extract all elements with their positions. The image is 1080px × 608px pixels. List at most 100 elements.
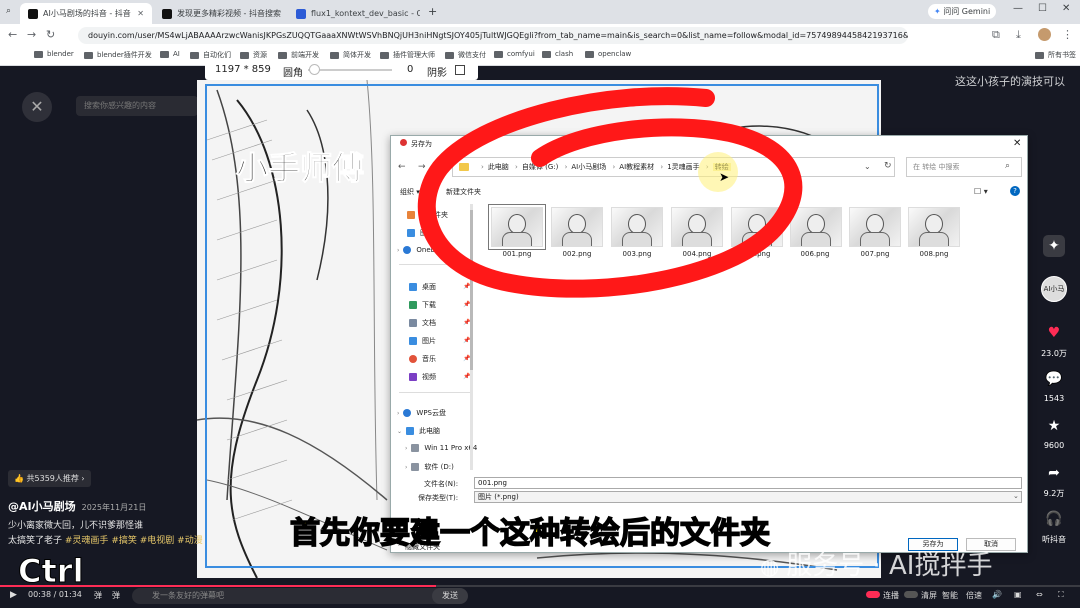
file-name[interactable]: 008.png xyxy=(905,250,963,258)
red-annotation-circle xyxy=(417,87,803,298)
file-thumbnail[interactable] xyxy=(908,207,960,247)
maximize-window-icon[interactable]: ☐ xyxy=(1038,3,1047,14)
star-action[interactable]: ✦ xyxy=(1034,235,1074,261)
sidebar-item-music[interactable]: 音乐 xyxy=(409,354,436,364)
sidebar-item-pictures[interactable]: 图片 xyxy=(409,336,436,346)
share-action[interactable]: ➦ 9.2万 xyxy=(1034,462,1074,499)
sidebar-item-wps-cloud[interactable]: › WPS云盘 xyxy=(397,408,446,418)
sidebar-item-drive-d[interactable]: › 软件 (D:) xyxy=(405,462,454,472)
bookmark-item[interactable]: blender插件开发 xyxy=(84,50,152,60)
pip-icon[interactable]: ▣ xyxy=(1014,590,1022,599)
drive-icon xyxy=(411,444,420,452)
file-thumbnail[interactable] xyxy=(849,207,901,247)
wide-mode-icon[interactable]: ⇔ xyxy=(1036,590,1043,599)
sidebar-item-this-pc[interactable]: ⌄ 此电脑 xyxy=(397,426,440,436)
autoplay-toggle[interactable]: 连播 xyxy=(866,590,899,601)
breadcrumb-dropdown-icon[interactable]: ⌄ xyxy=(864,162,871,171)
toggle-icon xyxy=(904,591,918,598)
toggle-icon xyxy=(866,591,880,598)
filetype-chevron-icon[interactable]: ⌄ xyxy=(1013,492,1019,500)
minimize-window-icon[interactable]: — xyxy=(1013,3,1023,14)
hashtag[interactable]: #电视剧 xyxy=(140,536,175,546)
listen-action[interactable]: 🎧 听抖音 xyxy=(1034,508,1074,545)
quality-button[interactable]: 智能 xyxy=(942,590,958,601)
view-icon[interactable]: ☐ ▾ xyxy=(974,187,988,196)
file-name[interactable]: 007.png xyxy=(846,250,904,258)
bookmark-item[interactable]: 微信支付 xyxy=(445,50,486,60)
author-name[interactable]: @AI小马剧场 xyxy=(8,500,76,513)
folder-icon xyxy=(84,51,93,59)
dialog-refresh-icon[interactable]: ↻ xyxy=(884,161,892,171)
hashtag[interactable]: #灵魂画手 xyxy=(65,536,109,546)
dialog-search-icon[interactable]: ⌕ xyxy=(1005,161,1010,171)
bookmark-item[interactable]: 自动化们 xyxy=(190,50,231,60)
bookmark-item[interactable]: blender xyxy=(34,50,74,58)
play-icon[interactable]: ▶ xyxy=(10,590,17,600)
fullscreen-icon[interactable]: ⛶ xyxy=(1058,590,1064,600)
url-input[interactable]: douyin.com/user/MS4wLjABAAAArzwcWanisJKP… xyxy=(78,27,908,44)
folder-icon xyxy=(585,50,594,58)
radius-slider[interactable] xyxy=(308,69,392,71)
tab-douyin-profile[interactable]: AI小马剧场的抖音 - 抖音 ✕ xyxy=(20,3,152,24)
next-video-caption: 这这小孩子的演技可以 xyxy=(955,75,1065,88)
bookmark-item[interactable]: comfyui xyxy=(494,50,535,58)
menu-icon[interactable]: ⋮ xyxy=(1062,28,1073,41)
forward-icon[interactable]: → xyxy=(27,28,36,41)
bookmark-item[interactable]: AI xyxy=(160,50,180,58)
profile-avatar[interactable] xyxy=(1038,28,1051,41)
dialog-close-icon[interactable]: ✕ xyxy=(1013,138,1021,149)
reload-icon[interactable]: ↻ xyxy=(46,28,55,41)
volume-icon[interactable]: 🔊 xyxy=(992,590,1002,599)
close-window-icon[interactable]: ✕ xyxy=(1062,3,1070,14)
tab-douyin-search[interactable]: 发现更多精彩视频 - 抖音搜索 ✕ xyxy=(154,3,286,24)
filetype-select[interactable]: 图片 (*.png) xyxy=(474,491,1022,503)
folder-icon xyxy=(330,51,339,59)
sidebar-item-documents[interactable]: 文档 xyxy=(409,318,436,328)
bookmark-item[interactable]: 前端开发 xyxy=(278,50,319,60)
filename-input[interactable]: 001.png xyxy=(474,477,1022,489)
recommend-badge[interactable]: 👍 共5359人推荐 › xyxy=(8,470,91,487)
close-video-icon[interactable]: ✕ xyxy=(22,92,52,122)
shadow-checkbox[interactable] xyxy=(455,65,465,75)
radius-slider-handle[interactable] xyxy=(309,64,320,75)
tab-comfy[interactable]: flux1_kontext_dev_basic - Co ✕ xyxy=(288,3,420,24)
bookmark-item[interactable]: 资源 xyxy=(240,50,267,60)
gemini-button[interactable]: ✦ 问问 Gemini xyxy=(928,4,997,19)
comment-action[interactable]: 💬 1543 xyxy=(1034,368,1074,403)
back-icon[interactable]: ← xyxy=(8,28,17,41)
all-bookmarks[interactable]: 所有书签 xyxy=(1035,50,1076,60)
sidebar-item-videos[interactable]: 视频 xyxy=(409,372,436,382)
close-tab-icon[interactable]: ✕ xyxy=(281,9,286,18)
cloud-icon xyxy=(403,409,412,417)
bookmark-item[interactable]: 简体开发 xyxy=(330,50,371,60)
sidebar-item-drive-c[interactable]: › Win 11 Pro x64 xyxy=(405,444,477,452)
new-tab-button[interactable]: + xyxy=(428,5,437,18)
favorite-action[interactable]: ★ 9600 xyxy=(1034,415,1074,450)
close-tab-icon[interactable]: ✕ xyxy=(131,9,144,18)
filetype-label: 保存类型(T): xyxy=(418,494,459,502)
bookmark-item[interactable]: openclaw xyxy=(585,50,631,58)
hashtag[interactable]: #搞笑 xyxy=(111,536,137,546)
shadow-label: 阴影 xyxy=(427,68,447,79)
progress-fill[interactable] xyxy=(0,585,437,587)
bookmark-item[interactable]: 插件管理大师 xyxy=(380,50,435,60)
like-action[interactable]: ♥ 23.0万 xyxy=(1034,322,1074,359)
bookmark-item[interactable]: clash xyxy=(542,50,573,58)
download-icon[interactable]: ⤓ xyxy=(1016,28,1021,42)
send-button[interactable]: 发送 xyxy=(432,588,468,604)
picture-icon xyxy=(409,337,417,345)
avatar[interactable]: AI小马 xyxy=(1041,276,1067,302)
help-icon[interactable]: ? xyxy=(1010,186,1020,196)
tab-search-icon[interactable]: ⌕ xyxy=(6,6,11,16)
danmu-input[interactable]: 发一条友好的弹幕吧 xyxy=(132,588,466,604)
speed-button[interactable]: 倍速 xyxy=(966,590,982,601)
hashtag[interactable]: #动漫 xyxy=(177,536,203,546)
clear-screen-toggle[interactable]: 清屏 xyxy=(904,590,937,601)
gemini-label: 问问 Gemini xyxy=(943,7,991,16)
video-burned-title: 小手师傅 xyxy=(235,149,365,188)
douyin-search-input[interactable]: 搜索你感兴趣的内容 xyxy=(76,96,198,116)
comment-icon: 💬 xyxy=(1045,371,1063,387)
danmu-toggle[interactable]: 弹 xyxy=(94,590,102,601)
extension-icon[interactable]: ⧉ xyxy=(992,28,1000,42)
danmu-settings[interactable]: 弹 xyxy=(112,590,120,601)
